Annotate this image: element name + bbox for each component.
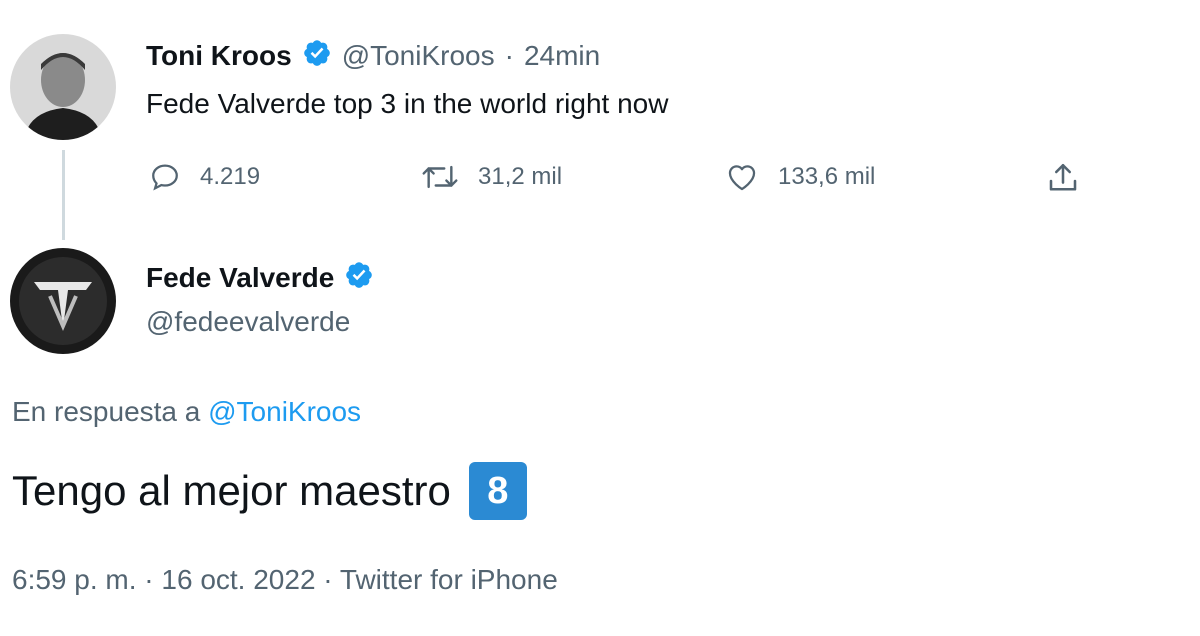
tweet-metadata[interactable]: 6:59 p. m. · 16 oct. 2022 · Twitter for … [12,564,558,596]
thread-connector-line [62,150,65,240]
tweet2-header: Fede Valverde [146,260,374,295]
like-button[interactable]: 133,6 mil [724,160,875,194]
avatar-fede-valverde[interactable] [10,248,116,354]
dot-separator: · [504,39,514,71]
reply-context: En respuesta a @ToniKroos [12,396,361,428]
reply-icon [148,160,182,194]
avatar-toni-kroos[interactable] [10,34,116,140]
tweet-time[interactable]: 24min [524,40,600,72]
retweet-count: 31,2 mil [478,163,563,190]
retweet-button[interactable]: 31,2 mil [420,160,562,194]
reply-count: 4.219 [200,163,261,190]
author-handle[interactable]: @fedeevalverde [146,306,350,338]
tweet2-text-container: Tengo al mejor maestro 8 [12,462,527,520]
verified-badge-icon [302,38,332,73]
reply-prefix: En respuesta a [12,396,201,427]
like-icon [724,160,760,194]
like-count: 133,6 mil [778,163,876,190]
author-name[interactable]: Fede Valverde [146,262,334,294]
share-button[interactable] [1044,160,1082,196]
avatar-image [10,248,116,354]
tweet1-text: Fede Valverde top 3 in the world right n… [146,88,669,119]
retweet-icon [420,160,460,194]
verified-badge-icon [344,260,374,295]
reply-mention-link[interactable]: @ToniKroos [208,396,361,427]
author-name[interactable]: Toni Kroos [146,40,292,72]
keycap-eight-emoji: 8 [468,462,527,520]
tweet1-header: Toni Kroos @ToniKroos · 24min [146,38,600,73]
author-handle[interactable]: @ToniKroos [342,40,495,72]
tweet2-text: Tengo al mejor maestro [12,467,451,514]
share-icon [1044,160,1082,196]
reply-button[interactable]: 4.219 [148,160,260,194]
avatar-image [10,34,116,140]
